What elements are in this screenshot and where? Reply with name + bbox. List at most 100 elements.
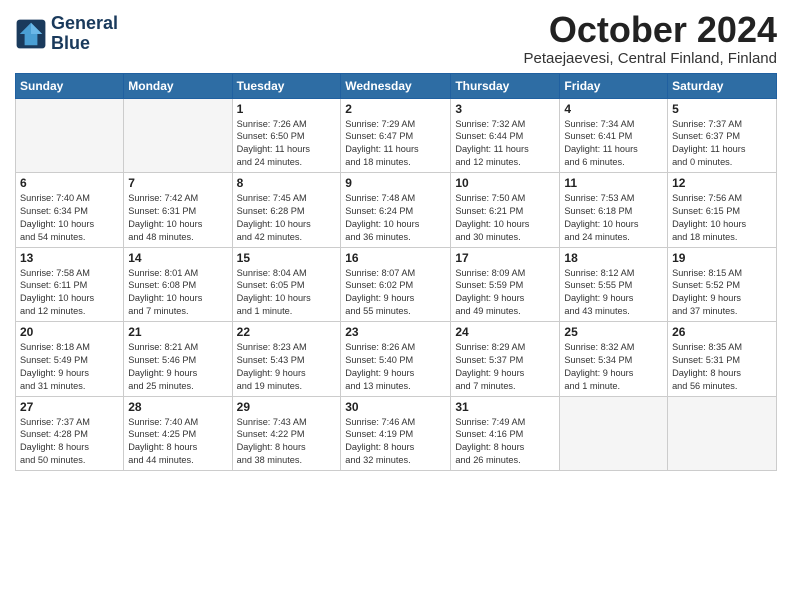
day-info: Sunrise: 8:29 AM Sunset: 5:37 PM Dayligh… [455, 341, 555, 393]
day-number: 12 [672, 176, 772, 190]
logo-text: General Blue [51, 14, 118, 54]
day-number: 20 [20, 325, 119, 339]
day-number: 11 [564, 176, 663, 190]
calendar-cell: 8 Sunrise: 7:45 AM Sunset: 6:28 PM Daylig… [232, 173, 341, 248]
day-number: 13 [20, 251, 119, 265]
day-number: 18 [564, 251, 663, 265]
day-number: 16 [345, 251, 446, 265]
subtitle: Petaejaevesi, Central Finland, Finland [524, 50, 777, 67]
day-info: Sunrise: 8:26 AM Sunset: 5:40 PM Dayligh… [345, 341, 446, 393]
day-number: 31 [455, 400, 555, 414]
day-number: 19 [672, 251, 772, 265]
calendar-cell: 22Sunrise: 8:23 AM Sunset: 5:43 PM Dayli… [232, 322, 341, 397]
calendar-cell: 4 Sunrise: 7:34 AM Sunset: 6:41 PM Daylig… [560, 98, 668, 173]
day-info: Sunrise: 7:58 AM Sunset: 6:11 PM Dayligh… [20, 267, 119, 319]
day-info: Sunrise: 7:37 AM Sunset: 6:37 PM Dayligh… [672, 118, 772, 170]
day-info: Sunrise: 8:12 AM Sunset: 5:55 PM Dayligh… [564, 267, 663, 319]
day-info: Sunrise: 8:07 AM Sunset: 6:02 PM Dayligh… [345, 267, 446, 319]
logo-line1: General [51, 14, 118, 34]
calendar-cell: 6 Sunrise: 7:40 AM Sunset: 6:34 PM Daylig… [16, 173, 124, 248]
calendar-cell: 17 Sunrise: 8:09 AM Sunset: 5:59 PM Dayli… [451, 247, 560, 322]
calendar-header-friday: Friday [560, 73, 668, 98]
calendar-week-4: 20Sunrise: 8:18 AM Sunset: 5:49 PM Dayli… [16, 322, 777, 397]
calendar-cell: 26Sunrise: 8:35 AM Sunset: 5:31 PM Dayli… [668, 322, 777, 397]
day-info: Sunrise: 8:32 AM Sunset: 5:34 PM Dayligh… [564, 341, 663, 393]
day-info: Sunrise: 8:35 AM Sunset: 5:31 PM Dayligh… [672, 341, 772, 393]
calendar-cell: 19Sunrise: 8:15 AM Sunset: 5:52 PM Dayli… [668, 247, 777, 322]
calendar-cell: 18 Sunrise: 8:12 AM Sunset: 5:55 PM Dayli… [560, 247, 668, 322]
calendar-cell: 30 Sunrise: 7:46 AM Sunset: 4:19 PM Dayli… [341, 396, 451, 471]
calendar-cell: 13 Sunrise: 7:58 AM Sunset: 6:11 PM Dayli… [16, 247, 124, 322]
calendar-header-row: SundayMondayTuesdayWednesdayThursdayFrid… [16, 73, 777, 98]
day-info: Sunrise: 7:56 AM Sunset: 6:15 PM Dayligh… [672, 192, 772, 244]
calendar-cell: 20Sunrise: 8:18 AM Sunset: 5:49 PM Dayli… [16, 322, 124, 397]
day-info: Sunrise: 7:40 AM Sunset: 6:34 PM Dayligh… [20, 192, 119, 244]
title-block: October 2024 Petaejaevesi, Central Finla… [524, 10, 777, 67]
day-number: 2 [345, 102, 446, 116]
calendar-cell: 2 Sunrise: 7:29 AM Sunset: 6:47 PM Daylig… [341, 98, 451, 173]
calendar-cell: 12 Sunrise: 7:56 AM Sunset: 6:15 PM Dayli… [668, 173, 777, 248]
calendar-cell: 16 Sunrise: 8:07 AM Sunset: 6:02 PM Dayli… [341, 247, 451, 322]
day-info: Sunrise: 8:04 AM Sunset: 6:05 PM Dayligh… [237, 267, 337, 319]
day-info: Sunrise: 7:37 AM Sunset: 4:28 PM Dayligh… [20, 416, 119, 468]
day-number: 8 [237, 176, 337, 190]
day-number: 15 [237, 251, 337, 265]
day-info: Sunrise: 7:32 AM Sunset: 6:44 PM Dayligh… [455, 118, 555, 170]
main-title: October 2024 [524, 10, 777, 50]
calendar-cell: 10 Sunrise: 7:50 AM Sunset: 6:21 PM Dayli… [451, 173, 560, 248]
day-info: Sunrise: 7:43 AM Sunset: 4:22 PM Dayligh… [237, 416, 337, 468]
day-info: Sunrise: 7:42 AM Sunset: 6:31 PM Dayligh… [128, 192, 227, 244]
calendar-header-sunday: Sunday [16, 73, 124, 98]
day-number: 9 [345, 176, 446, 190]
calendar-week-1: 1Sunrise: 7:26 AM Sunset: 6:50 PM Daylig… [16, 98, 777, 173]
day-number: 3 [455, 102, 555, 116]
calendar-cell: 31 Sunrise: 7:49 AM Sunset: 4:16 PM Dayli… [451, 396, 560, 471]
day-info: Sunrise: 7:49 AM Sunset: 4:16 PM Dayligh… [455, 416, 555, 468]
day-number: 4 [564, 102, 663, 116]
calendar-cell: 21Sunrise: 8:21 AM Sunset: 5:46 PM Dayli… [124, 322, 232, 397]
day-info: Sunrise: 7:40 AM Sunset: 4:25 PM Dayligh… [128, 416, 227, 468]
day-info: Sunrise: 7:34 AM Sunset: 6:41 PM Dayligh… [564, 118, 663, 170]
calendar-cell: 24 Sunrise: 8:29 AM Sunset: 5:37 PM Dayli… [451, 322, 560, 397]
day-number: 1 [237, 102, 337, 116]
calendar-cell: 7Sunrise: 7:42 AM Sunset: 6:31 PM Daylig… [124, 173, 232, 248]
day-number: 24 [455, 325, 555, 339]
day-number: 30 [345, 400, 446, 414]
header: General Blue October 2024 Petaejaevesi, … [15, 10, 777, 67]
day-info: Sunrise: 8:01 AM Sunset: 6:08 PM Dayligh… [128, 267, 227, 319]
calendar-cell: 1Sunrise: 7:26 AM Sunset: 6:50 PM Daylig… [232, 98, 341, 173]
day-number: 27 [20, 400, 119, 414]
day-info: Sunrise: 7:45 AM Sunset: 6:28 PM Dayligh… [237, 192, 337, 244]
logo: General Blue [15, 14, 118, 54]
day-info: Sunrise: 7:48 AM Sunset: 6:24 PM Dayligh… [345, 192, 446, 244]
day-number: 29 [237, 400, 337, 414]
calendar-cell: 28 Sunrise: 7:40 AM Sunset: 4:25 PM Dayli… [124, 396, 232, 471]
day-number: 25 [564, 325, 663, 339]
day-number: 17 [455, 251, 555, 265]
day-info: Sunrise: 7:29 AM Sunset: 6:47 PM Dayligh… [345, 118, 446, 170]
calendar-cell: 27 Sunrise: 7:37 AM Sunset: 4:28 PM Dayli… [16, 396, 124, 471]
day-info: Sunrise: 8:09 AM Sunset: 5:59 PM Dayligh… [455, 267, 555, 319]
calendar-cell [560, 396, 668, 471]
calendar-week-3: 13 Sunrise: 7:58 AM Sunset: 6:11 PM Dayli… [16, 247, 777, 322]
calendar-cell: 3 Sunrise: 7:32 AM Sunset: 6:44 PM Daylig… [451, 98, 560, 173]
day-info: Sunrise: 8:23 AM Sunset: 5:43 PM Dayligh… [237, 341, 337, 393]
day-number: 6 [20, 176, 119, 190]
logo-line2: Blue [51, 34, 118, 54]
day-number: 21 [128, 325, 227, 339]
day-number: 23 [345, 325, 446, 339]
calendar: SundayMondayTuesdayWednesdayThursdayFrid… [15, 73, 777, 472]
day-number: 14 [128, 251, 227, 265]
calendar-week-5: 27 Sunrise: 7:37 AM Sunset: 4:28 PM Dayli… [16, 396, 777, 471]
calendar-cell: 11Sunrise: 7:53 AM Sunset: 6:18 PM Dayli… [560, 173, 668, 248]
day-info: Sunrise: 7:46 AM Sunset: 4:19 PM Dayligh… [345, 416, 446, 468]
day-number: 28 [128, 400, 227, 414]
calendar-week-2: 6 Sunrise: 7:40 AM Sunset: 6:34 PM Daylig… [16, 173, 777, 248]
calendar-cell: 9 Sunrise: 7:48 AM Sunset: 6:24 PM Daylig… [341, 173, 451, 248]
day-info: Sunrise: 7:50 AM Sunset: 6:21 PM Dayligh… [455, 192, 555, 244]
calendar-cell [668, 396, 777, 471]
day-number: 10 [455, 176, 555, 190]
calendar-cell: 29 Sunrise: 7:43 AM Sunset: 4:22 PM Dayli… [232, 396, 341, 471]
calendar-header-saturday: Saturday [668, 73, 777, 98]
page: General Blue October 2024 Petaejaevesi, … [0, 0, 792, 612]
